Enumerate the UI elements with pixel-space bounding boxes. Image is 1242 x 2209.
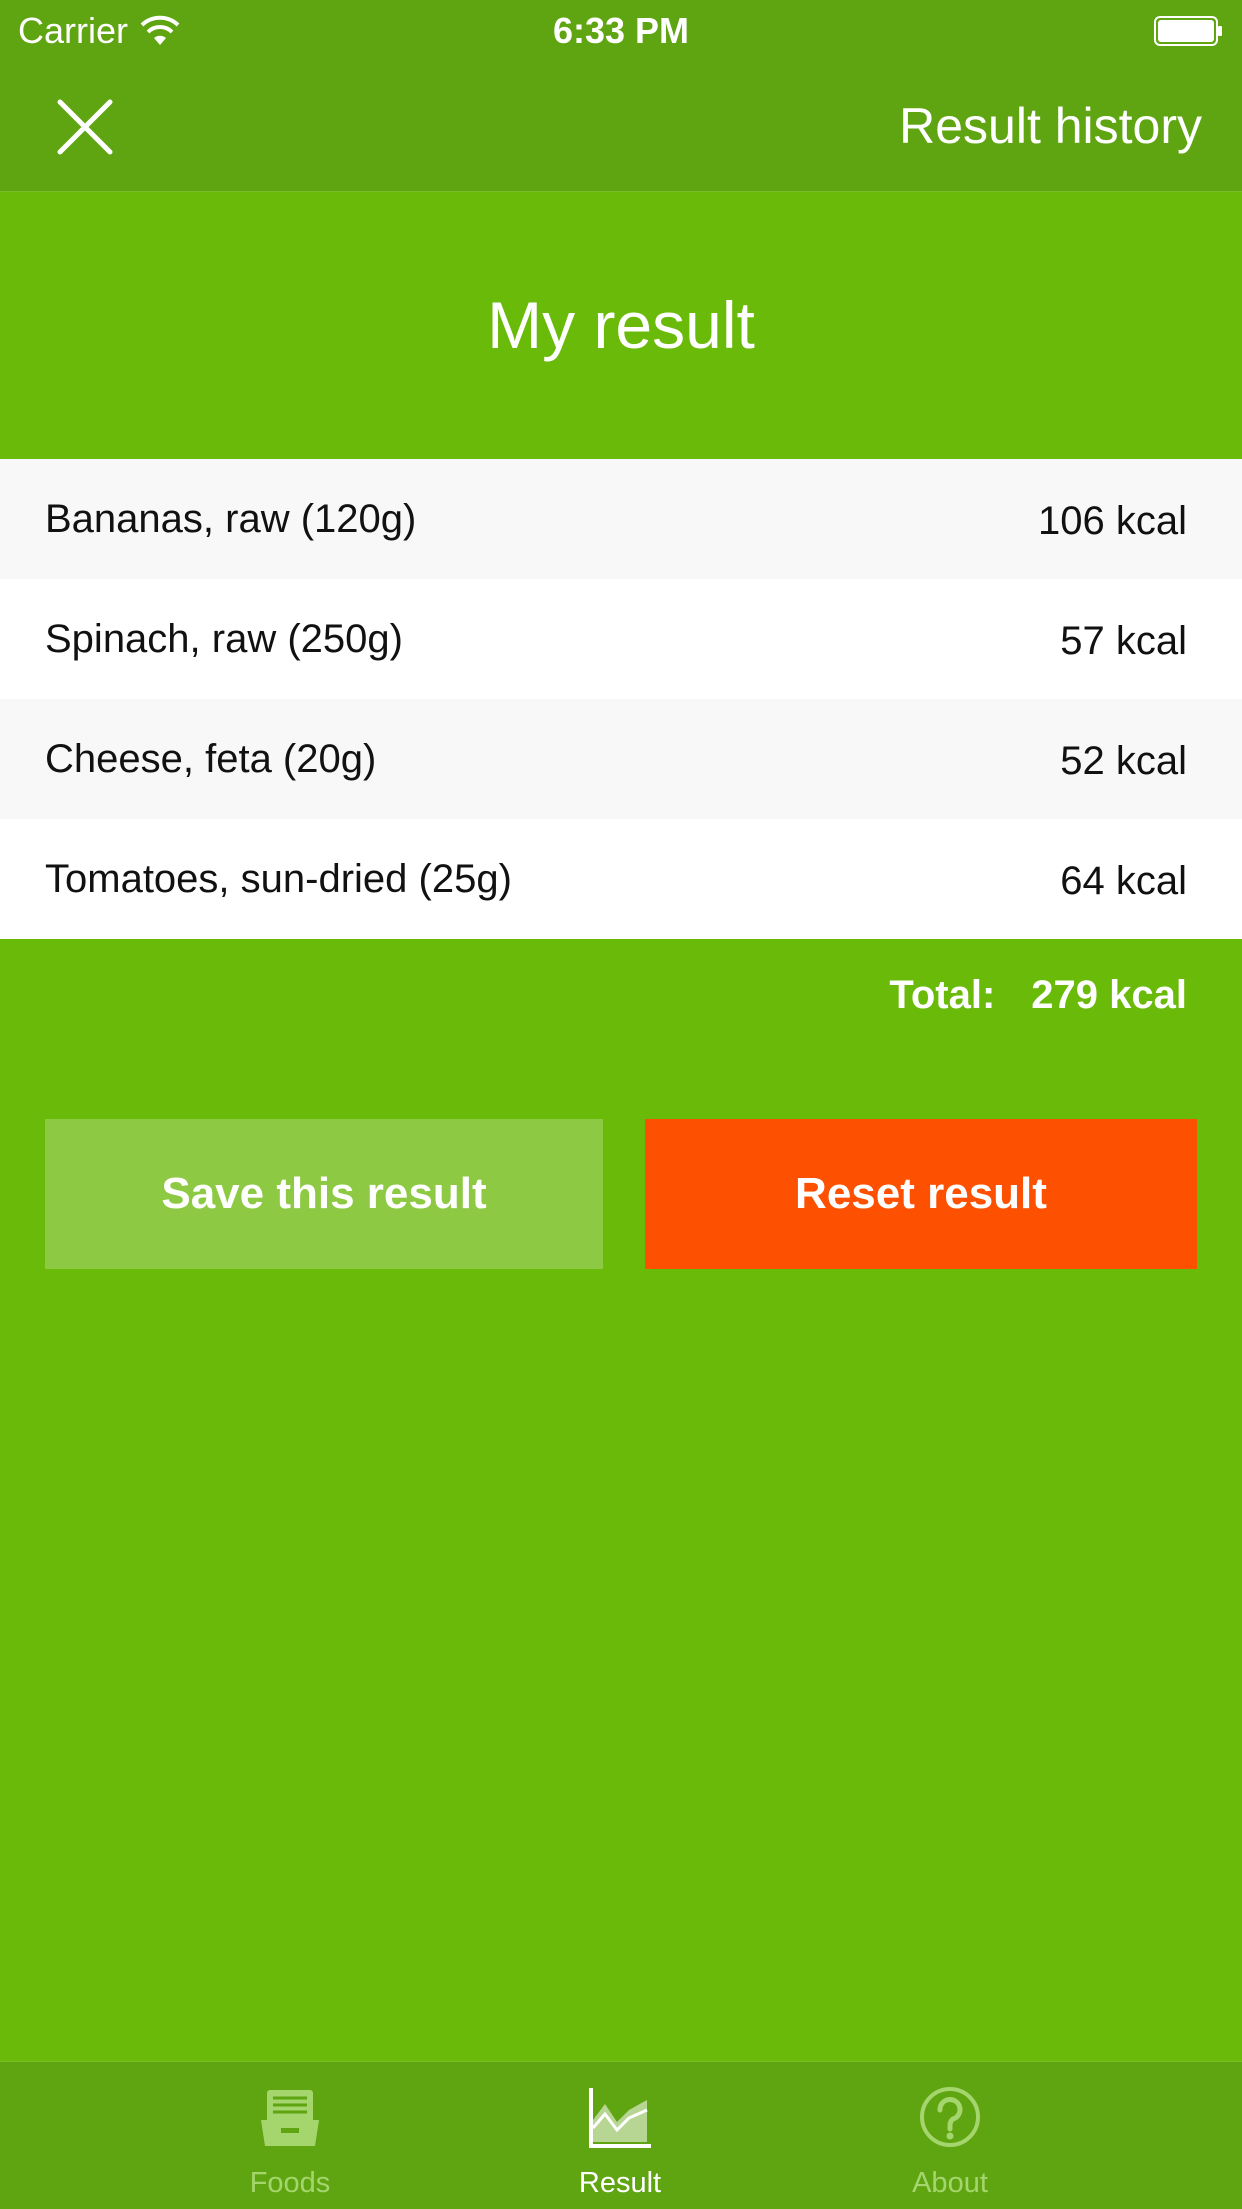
- foods-icon: [261, 2090, 319, 2146]
- close-icon[interactable]: [50, 92, 120, 162]
- food-kcal: 52 kcal: [1060, 739, 1187, 783]
- food-kcal: 64 kcal: [1060, 859, 1187, 903]
- list-item[interactable]: Bananas, raw (120g) 106 kcal: [0, 459, 1242, 579]
- food-name: Bananas, raw (120g): [45, 497, 417, 541]
- tab-bar: Foods Result About: [0, 2061, 1242, 2209]
- total-value: 279 kcal: [1031, 973, 1187, 1017]
- page-title: My result: [487, 288, 755, 362]
- total-summary: Total: 279 kcal: [889, 965, 1187, 1025]
- tab-about[interactable]: About: [840, 2062, 1060, 2209]
- save-result-button[interactable]: Save this result: [45, 1119, 603, 1269]
- tab-label: About: [912, 2167, 988, 2199]
- reset-result-button[interactable]: Reset result: [645, 1119, 1197, 1269]
- food-list: Bananas, raw (120g) 106 kcal Spinach, ra…: [0, 459, 1242, 939]
- tab-result[interactable]: Result: [510, 2062, 730, 2209]
- list-item[interactable]: Tomatoes, sun-dried (25g) 64 kcal: [0, 819, 1242, 939]
- tab-label: Foods: [249, 2167, 331, 2199]
- tab-label: Result: [578, 2167, 662, 2199]
- list-item[interactable]: Spinach, raw (250g) 57 kcal: [0, 579, 1242, 699]
- status-time: 6:33 PM: [552, 10, 690, 51]
- total-label: Total:: [889, 973, 996, 1017]
- food-name: Tomatoes, sun-dried (25g): [45, 857, 512, 901]
- chart-icon: [589, 2088, 651, 2148]
- food-kcal: 57 kcal: [1060, 619, 1187, 663]
- question-icon: [920, 2087, 980, 2147]
- battery-icon: [1154, 16, 1222, 46]
- tab-foods[interactable]: Foods: [180, 2062, 400, 2209]
- food-name: Spinach, raw (250g): [45, 617, 403, 661]
- result-history-button[interactable]: Result history: [899, 96, 1202, 156]
- food-name: Cheese, feta (20g): [45, 737, 377, 781]
- list-item[interactable]: Cheese, feta (20g) 52 kcal: [0, 699, 1242, 819]
- food-kcal: 106 kcal: [1038, 499, 1187, 543]
- status-bar: Carrier 6:33 PM: [0, 0, 1242, 62]
- navigation-bar: Result history: [0, 62, 1242, 192]
